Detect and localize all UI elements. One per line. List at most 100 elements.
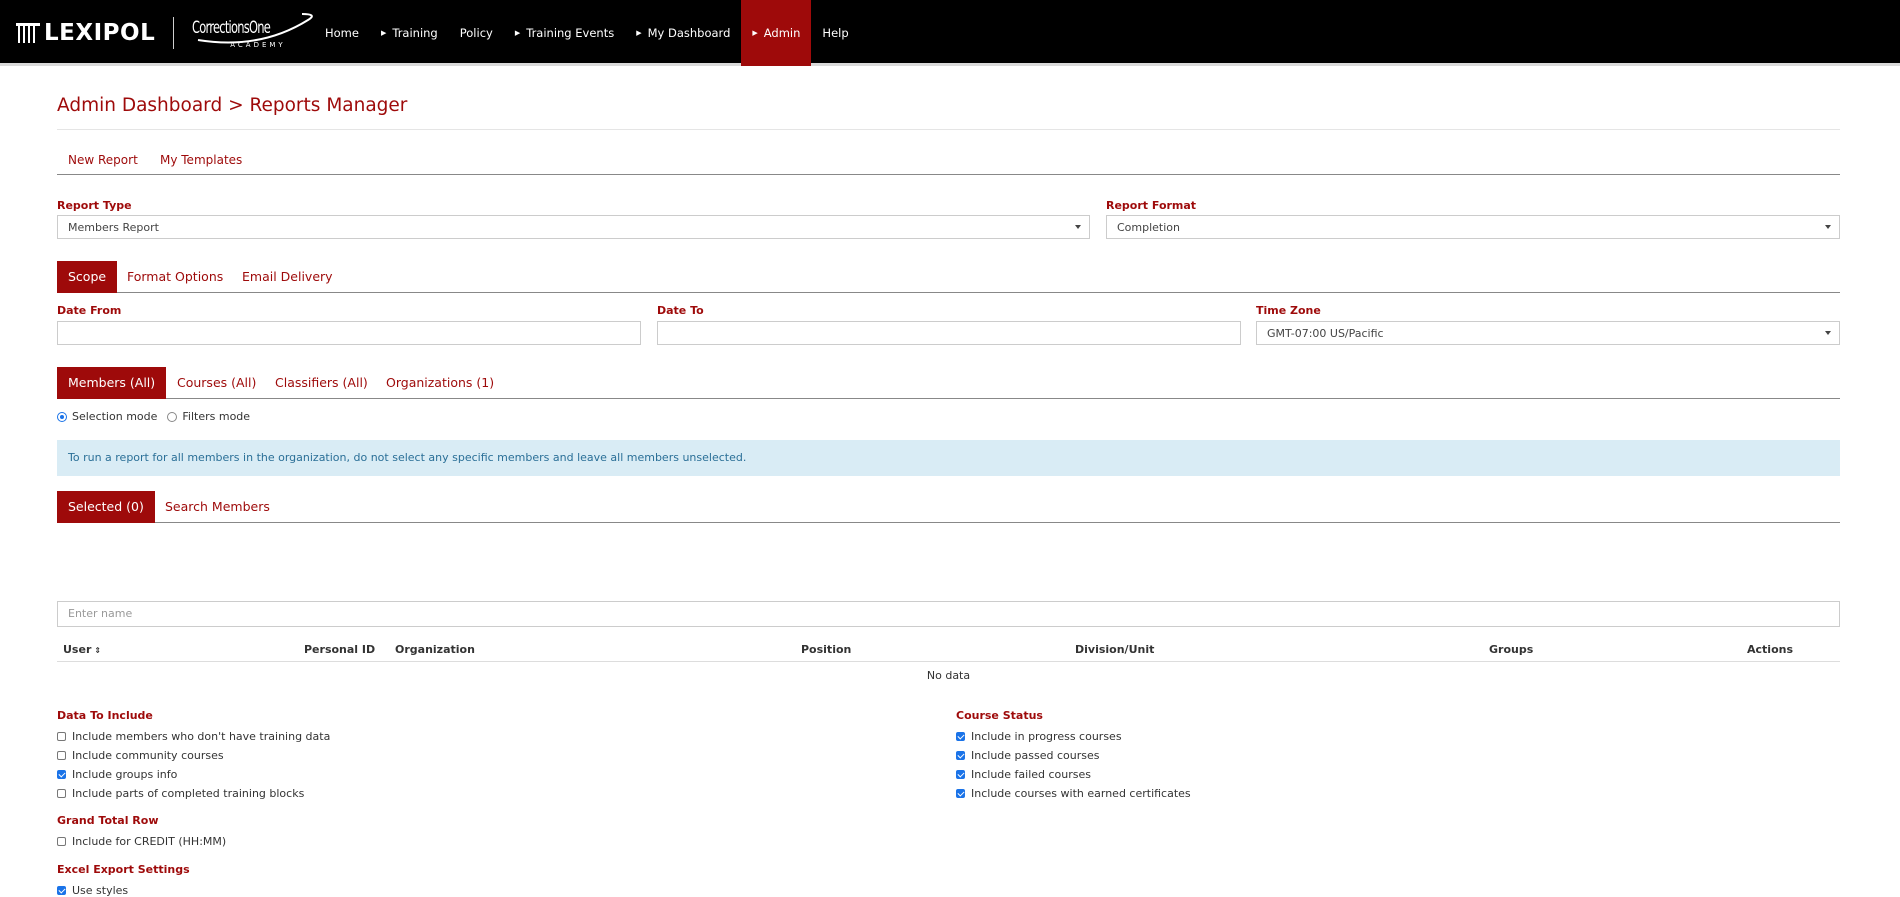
- tab-search-members[interactable]: Search Members: [154, 491, 281, 523]
- main-nav: Home ▶ Training Policy ▶ Training Events ▶…: [314, 0, 860, 66]
- checkbox[interactable]: [956, 732, 965, 741]
- checkbox[interactable]: [57, 751, 66, 760]
- report-type-value: Members Report: [68, 221, 159, 234]
- grand-total-title: Grand Total Row: [57, 814, 159, 827]
- time-zone-value: GMT-07:00 US/Pacific: [1267, 327, 1384, 340]
- option-certificates[interactable]: Include courses with earned certificates: [956, 787, 1191, 800]
- option-label: Include members who don't have training …: [72, 730, 331, 743]
- page-title: Admin Dashboard > Reports Manager: [57, 95, 408, 116]
- caret-right-icon: ▶: [636, 29, 642, 37]
- info-alert: To run a report for all members in the o…: [57, 440, 1840, 476]
- report-format-label: Report Format: [1106, 199, 1197, 212]
- checkbox[interactable]: [57, 837, 66, 846]
- option-label: Include passed courses: [971, 749, 1100, 762]
- checkbox[interactable]: [57, 789, 66, 798]
- filters-mode-radio[interactable]: [167, 411, 178, 422]
- nav-help-label: Help: [822, 26, 849, 40]
- report-type-select[interactable]: Members Report: [57, 215, 1090, 239]
- checkbox[interactable]: [956, 751, 965, 760]
- option-failed[interactable]: Include failed courses: [956, 768, 1091, 781]
- option-label: Include groups info: [72, 768, 178, 781]
- checkbox[interactable]: [956, 770, 965, 779]
- checkbox[interactable]: [956, 789, 965, 798]
- col-division-unit: Division/Unit: [1075, 643, 1155, 656]
- member-name-placeholder: Enter name: [68, 607, 133, 620]
- nav-training-events[interactable]: ▶ Training Events: [504, 0, 625, 66]
- option-label: Include community courses: [72, 749, 224, 762]
- nav-home-label: Home: [325, 26, 359, 40]
- report-manager-tabs: New Report My Templates: [57, 153, 1840, 175]
- option-groups-info[interactable]: Include groups info: [57, 768, 177, 781]
- scope-tabs: Members (All) Courses (All) Classifiers …: [57, 367, 1840, 399]
- chevron-down-icon: [1825, 225, 1831, 229]
- date-from-label: Date From: [57, 304, 122, 317]
- date-from-input[interactable]: [57, 321, 641, 345]
- nav-policy-label: Policy: [459, 26, 493, 40]
- nav-training[interactable]: ▶ Training: [370, 0, 449, 66]
- option-completed-blocks[interactable]: Include parts of completed training bloc…: [57, 787, 304, 800]
- tab-organizations[interactable]: Organizations (1): [375, 367, 505, 399]
- member-name-input[interactable]: Enter name: [57, 601, 1840, 627]
- caret-right-icon: ▶: [514, 29, 521, 37]
- tab-courses[interactable]: Courses (All): [166, 367, 267, 399]
- tab-new-report[interactable]: New Report: [68, 153, 138, 167]
- tab-classifiers[interactable]: Classifiers (All): [264, 367, 379, 399]
- selection-mode-radio[interactable]: [57, 411, 67, 422]
- date-to-input[interactable]: [657, 321, 1241, 345]
- lexipol-logo-icon: [16, 21, 40, 45]
- option-label: Include courses with earned certificates: [971, 787, 1191, 800]
- tab-members[interactable]: Members (All): [57, 367, 167, 399]
- tab-scope[interactable]: Scope: [57, 261, 118, 293]
- chevron-down-icon: [1825, 331, 1831, 335]
- mode-radio-group: Selection mode Filters mode: [57, 410, 250, 423]
- tab-selected-members[interactable]: Selected (0): [57, 491, 155, 523]
- tab-format-options[interactable]: Format Options: [116, 261, 234, 293]
- nav-admin[interactable]: ▶ Admin: [741, 0, 812, 66]
- col-personal-id: Personal ID: [304, 643, 376, 656]
- tab-my-templates[interactable]: My Templates: [160, 153, 242, 167]
- option-passed[interactable]: Include passed courses: [956, 749, 1099, 762]
- col-position: Position: [801, 643, 852, 656]
- chevron-down-icon: [1075, 225, 1081, 229]
- nav-my-dashboard[interactable]: ▶ My Dashboard: [625, 0, 741, 66]
- option-label: Include for CREDIT (HH:MM): [72, 835, 227, 848]
- col-user[interactable]: User ⇕: [63, 643, 101, 656]
- report-format-select[interactable]: Completion: [1106, 215, 1840, 239]
- title-divider: [57, 129, 1840, 130]
- time-zone-select[interactable]: GMT-07:00 US/Pacific: [1256, 321, 1840, 345]
- nav-training-label: Training: [392, 26, 438, 40]
- nav-help[interactable]: Help: [811, 0, 859, 66]
- option-label: Include parts of completed training bloc…: [72, 787, 305, 800]
- option-members-no-training[interactable]: Include members who don't have training …: [57, 730, 330, 743]
- option-label: Include in progress courses: [971, 730, 1122, 743]
- top-navbar: LEXIPOL CorrectionsOne ACADEMY Home ▶ Tra…: [0, 0, 1900, 66]
- nav-admin-label: Admin: [763, 26, 801, 40]
- lexipol-wordmark: LEXIPOL: [44, 20, 156, 46]
- option-credit[interactable]: Include for CREDIT (HH:MM): [57, 835, 226, 848]
- correctionsone-wordmark: CorrectionsOne: [192, 18, 271, 38]
- excel-export-title: Excel Export Settings: [57, 863, 190, 876]
- sort-icon[interactable]: ⇕: [94, 646, 101, 655]
- report-format-value: Completion: [1117, 221, 1181, 234]
- report-type-label: Report Type: [57, 199, 132, 212]
- option-use-styles[interactable]: Use styles: [57, 884, 128, 897]
- checkbox[interactable]: [57, 732, 66, 741]
- caret-right-icon: ▶: [380, 29, 387, 37]
- option-label: Use styles: [72, 884, 129, 897]
- brand-divider: [173, 17, 175, 49]
- option-in-progress[interactable]: Include in progress courses: [956, 730, 1122, 743]
- col-actions: Actions: [1747, 643, 1793, 656]
- config-tabs: Scope Format Options Email Delivery: [57, 261, 1840, 293]
- brand[interactable]: LEXIPOL CorrectionsOne ACADEMY: [16, 10, 320, 56]
- filters-mode-label: Filters mode: [182, 410, 251, 423]
- nav-policy[interactable]: Policy: [449, 0, 504, 66]
- caret-right-icon: ▶: [752, 29, 758, 37]
- checkbox[interactable]: [57, 886, 66, 895]
- tab-email-delivery[interactable]: Email Delivery: [231, 261, 344, 293]
- checkbox[interactable]: [57, 770, 66, 779]
- time-zone-label: Time Zone: [1256, 304, 1321, 317]
- option-community-courses[interactable]: Include community courses: [57, 749, 224, 762]
- col-organization: Organization: [395, 643, 475, 656]
- selection-mode-label: Selection mode: [72, 410, 158, 423]
- nav-home[interactable]: Home: [314, 0, 370, 66]
